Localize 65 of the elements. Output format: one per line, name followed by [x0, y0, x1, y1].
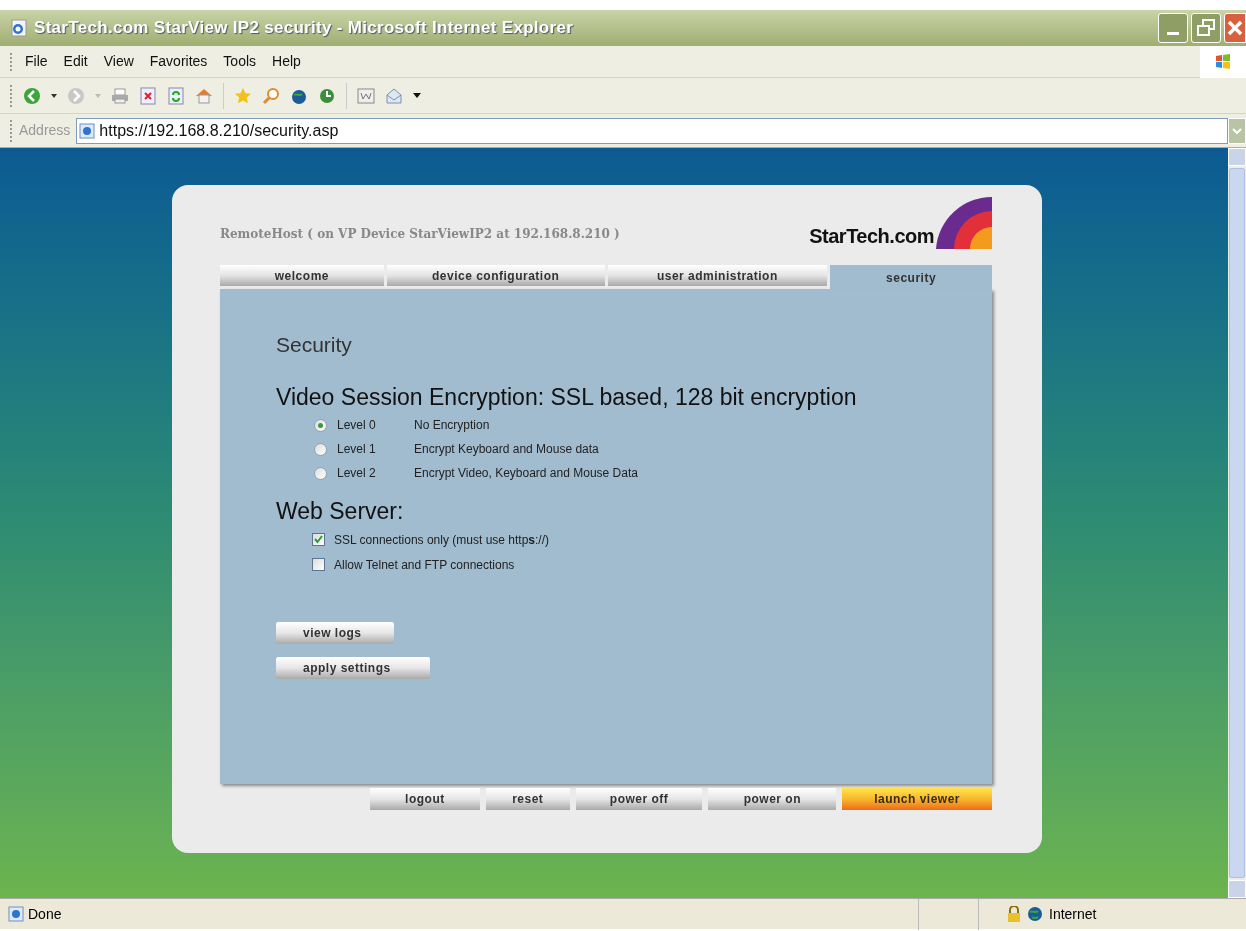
footer-button[interactable]: launch viewer: [842, 788, 992, 810]
checkbox[interactable]: [312, 558, 325, 571]
radio-button[interactable]: [314, 442, 327, 456]
window-title: StarTech.com StarView IP2 security - Microsoft Internet Explorer: [34, 17, 574, 40]
checkbox[interactable]: [312, 533, 325, 546]
tab[interactable]: security: [830, 265, 992, 289]
footer-button[interactable]: logout: [370, 788, 480, 810]
section-heading: Video Session Encryption: SSL based, 128 bit encryption: [276, 383, 858, 411]
search-icon[interactable]: [262, 86, 280, 105]
lock-icon: [1007, 906, 1021, 922]
address-label: Address: [19, 121, 71, 140]
forward-icon[interactable]: [67, 86, 85, 105]
page-heading: Security: [276, 332, 353, 357]
menu-item[interactable]: Tools: [217, 51, 263, 72]
page-icon: [79, 122, 96, 139]
host-info: RemoteHost ( on VP Device StarViewIP2 at 192.168.8.210 ): [220, 226, 620, 243]
star-icon[interactable]: [234, 86, 252, 105]
tab[interactable]: device configuration: [386, 265, 605, 286]
close-button[interactable]: [1224, 13, 1246, 43]
restore-button[interactable]: [1191, 13, 1221, 43]
level-label: Level 1: [337, 441, 377, 458]
tab[interactable]: user administration: [607, 265, 828, 286]
address-field[interactable]: https://192.168.8.210/security.asp: [76, 117, 1228, 144]
footer-button[interactable]: reset: [485, 788, 570, 810]
option-description: Encrypt Video, Keyboard and Mouse Data: [414, 465, 638, 482]
page-icon: [8, 906, 24, 922]
level-label: Level 2: [337, 465, 377, 482]
footer-button[interactable]: power on: [708, 788, 837, 810]
stop-icon[interactable]: [139, 86, 157, 105]
menu-item[interactable]: File: [19, 51, 54, 72]
globe-icon: [1027, 906, 1043, 922]
checkbox-label: Allow Telnet and FTP connections: [334, 556, 515, 574]
radio-button[interactable]: [314, 466, 327, 480]
menu-item[interactable]: Favorites: [143, 51, 214, 72]
menu-item[interactable]: Edit: [57, 51, 94, 72]
minimize-button[interactable]: [1158, 13, 1188, 43]
zone-text: Internet: [1049, 904, 1097, 924]
status-text: Done: [28, 904, 62, 924]
level-label: Level 0: [337, 417, 377, 434]
footer-button[interactable]: power off: [575, 788, 703, 810]
radio-button[interactable]: [314, 418, 327, 432]
address-dropdown-button[interactable]: [1228, 117, 1246, 144]
tab[interactable]: welcome: [220, 265, 384, 286]
refresh-icon[interactable]: [167, 86, 185, 105]
printer-icon[interactable]: [111, 86, 129, 105]
home-icon[interactable]: [195, 86, 213, 105]
chevron-down-icon: [1232, 127, 1242, 134]
mail-icon[interactable]: [385, 86, 403, 105]
dropdown-icon[interactable]: [51, 93, 57, 98]
browser-icon: [10, 19, 28, 37]
dropdown-icon[interactable]: [413, 93, 421, 98]
action-button[interactable]: view logs: [276, 622, 394, 644]
action-button[interactable]: apply settings: [276, 657, 430, 679]
menu-item[interactable]: Help: [266, 51, 307, 72]
logo-arcs-icon: [934, 197, 992, 249]
option-description: No Encryption: [414, 417, 490, 434]
logo-text: StarTech.com: [809, 224, 934, 249]
back-icon[interactable]: [23, 86, 41, 105]
document-icon[interactable]: [357, 86, 375, 105]
history-icon[interactable]: [318, 86, 336, 105]
windows-logo-icon: [1200, 45, 1246, 78]
menu-item[interactable]: View: [97, 51, 140, 72]
option-description: Encrypt Keyboard and Mouse data: [414, 441, 599, 458]
section-heading: Web Server:: [276, 497, 405, 525]
checkbox-label: SSL connections only (must use https://): [334, 531, 549, 549]
